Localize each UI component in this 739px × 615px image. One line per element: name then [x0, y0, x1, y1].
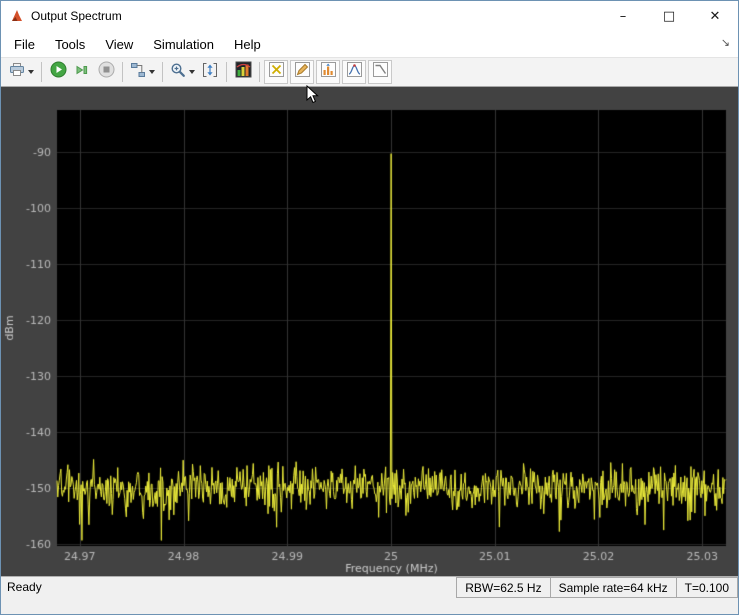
fit-to-view-button[interactable]: [198, 60, 222, 84]
peaks-icon: [320, 61, 337, 83]
distortion-curve-icon: [346, 61, 363, 83]
app-icon: [9, 8, 25, 24]
pencil-ruler-icon: [294, 61, 311, 83]
stop-button[interactable]: [94, 60, 118, 84]
spectrum-analyzer-window: Output Spectrum – □ ✕ File Tools View Si…: [0, 0, 739, 615]
play-icon: [50, 61, 67, 83]
status-cells: RBW=62.5 Hz Sample rate=64 kHz T=0.100: [456, 577, 738, 598]
status-rbw: RBW=62.5 Hz: [456, 577, 551, 598]
print-button[interactable]: [6, 60, 37, 84]
cursor-measurements-button[interactable]: [264, 60, 288, 84]
diagonal-line-icon: [372, 61, 389, 83]
ccdf-measurements-button[interactable]: [368, 60, 392, 84]
maximize-button[interactable]: □: [646, 1, 692, 31]
plot-panel: [1, 87, 738, 576]
zoom-button[interactable]: [167, 60, 198, 84]
menu-help[interactable]: Help: [224, 33, 271, 56]
status-sample-rate: Sample rate=64 kHz: [549, 577, 677, 598]
spectrum-colors-icon: [235, 61, 252, 83]
status-sim-time: T=0.100: [675, 577, 738, 598]
chevron-down-icon: [189, 70, 195, 74]
cursor-x-icon: [268, 61, 285, 83]
distortion-measurements-button[interactable]: [342, 60, 366, 84]
menu-tools[interactable]: Tools: [45, 33, 95, 56]
signal-statistics-button[interactable]: [290, 60, 314, 84]
simulink-blocks-button[interactable]: [127, 60, 158, 84]
chevron-down-icon: [28, 70, 34, 74]
window-title: Output Spectrum: [31, 9, 122, 23]
menu-view[interactable]: View: [95, 33, 143, 56]
menu-file[interactable]: File: [4, 33, 45, 56]
toolbar-separator: [122, 62, 123, 82]
status-text: Ready: [7, 580, 42, 594]
minimize-button[interactable]: –: [600, 1, 646, 31]
toolbar-separator: [162, 62, 163, 82]
menu-simulation[interactable]: Simulation: [143, 33, 224, 56]
magnifier-icon: [170, 62, 186, 83]
status-bar: Ready RBW=62.5 Hz Sample rate=64 kHz T=0…: [1, 576, 738, 614]
chevron-down-icon: [149, 70, 155, 74]
close-button[interactable]: ✕: [692, 1, 738, 31]
blocks-icon: [130, 62, 146, 83]
toolbar-separator: [41, 62, 42, 82]
toolbar-separator: [226, 62, 227, 82]
peak-finder-button[interactable]: [316, 60, 340, 84]
run-button[interactable]: [46, 60, 70, 84]
menu-bar: File Tools View Simulation Help ↘: [1, 31, 738, 57]
title-bar: Output Spectrum – □ ✕: [1, 1, 738, 31]
stop-icon: [98, 61, 115, 83]
caption-buttons: – □ ✕: [600, 1, 738, 31]
step-forward-button[interactable]: [70, 60, 94, 84]
step-forward-icon: [74, 62, 90, 83]
toolbar: [1, 57, 738, 87]
dock-arrow-icon[interactable]: ↘: [721, 36, 730, 49]
printer-icon: [9, 62, 25, 83]
status-row: Ready RBW=62.5 Hz Sample rate=64 kHz T=0…: [1, 577, 738, 598]
spectrum-plot-canvas[interactable]: [1, 87, 738, 576]
spectrum-settings-button[interactable]: [231, 60, 255, 84]
toolbar-separator: [259, 62, 260, 82]
fit-to-view-icon: [202, 62, 218, 83]
